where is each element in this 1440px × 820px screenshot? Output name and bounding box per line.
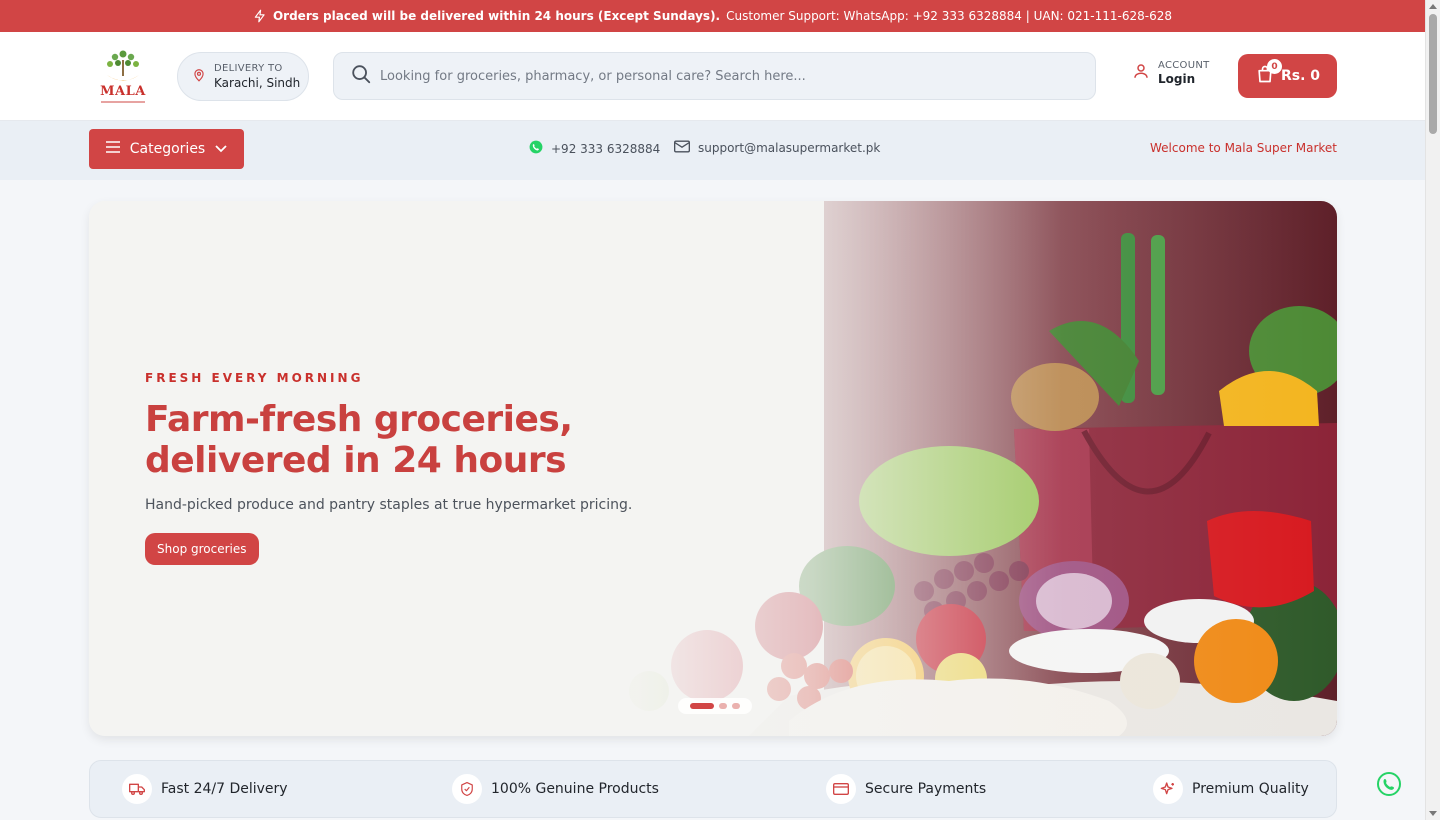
carousel-indicators	[678, 698, 752, 714]
feature-label: 100% Genuine Products	[491, 781, 659, 797]
feature-label: Fast 24/7 Delivery	[161, 781, 288, 797]
mail-icon	[674, 140, 690, 156]
scrollbar-thumb[interactable]	[1429, 14, 1437, 134]
announcement-support-text: Customer Support: WhatsApp: +92 333 6328…	[726, 9, 1173, 23]
chevron-down-icon	[215, 141, 227, 157]
delivery-location: Karachi, Sindh	[214, 76, 301, 90]
carousel-dot-1[interactable]	[690, 703, 714, 709]
feature-genuine: 100% Genuine Products	[452, 774, 659, 804]
email-contact[interactable]: support@malasupermarket.pk	[674, 140, 880, 156]
feature-label: Premium Quality	[1192, 781, 1309, 797]
feature-label: Secure Payments	[865, 781, 987, 797]
sparkle-icon	[1153, 774, 1183, 804]
search-bar[interactable]	[333, 52, 1096, 100]
hero-subtext: Hand-picked produce and pantry staples a…	[145, 497, 633, 513]
bolt-icon	[253, 9, 267, 23]
feature-payments: Secure Payments	[826, 774, 986, 804]
account-label: ACCOUNT	[1158, 60, 1210, 71]
logo-wordmark: MALA	[100, 84, 146, 99]
hero-banner: FRESH EVERY MORNING Farm-fresh groceries…	[89, 201, 1337, 736]
email-address: support@malasupermarket.pk	[698, 141, 881, 155]
logo-tagline-line	[101, 101, 145, 103]
delivery-location-selector[interactable]: DELIVERY TO Karachi, Sindh	[177, 52, 309, 101]
card-icon	[826, 774, 856, 804]
feature-quality: Premium Quality	[1153, 774, 1309, 804]
whatsapp-icon	[529, 140, 543, 157]
whatsapp-float-button[interactable]	[1376, 771, 1402, 797]
carousel-dot-2[interactable]	[719, 703, 727, 709]
phone-number: +92 333 6328884	[551, 141, 661, 156]
hero-content: FRESH EVERY MORNING Farm-fresh groceries…	[145, 371, 665, 565]
categories-button[interactable]: Categories	[89, 129, 244, 169]
shield-icon	[452, 774, 482, 804]
delivery-label: DELIVERY TO	[214, 63, 283, 74]
sub-navigation: Categories +92 333 6328884 support@malas…	[0, 121, 1425, 180]
scroll-up-arrow[interactable]	[1429, 4, 1437, 9]
hero-headline-line2: delivered in 24 hours	[145, 440, 567, 481]
login-link[interactable]: Login	[1158, 72, 1210, 86]
whatsapp-contact[interactable]: +92 333 6328884	[529, 140, 660, 157]
hero-headline-line1: Farm-fresh groceries,	[145, 399, 573, 440]
user-icon	[1132, 61, 1150, 85]
cart-total: Rs. 0	[1280, 68, 1321, 84]
mala-logo[interactable]: MALA	[96, 48, 150, 106]
location-pin-icon	[192, 67, 206, 87]
whatsapp-icon	[1377, 772, 1401, 796]
shop-groceries-button[interactable]: Shop groceries	[145, 533, 259, 565]
search-icon[interactable]	[350, 63, 372, 89]
scroll-down-arrow[interactable]	[1429, 811, 1437, 816]
cart-button[interactable]: 0 Rs. 0	[1238, 54, 1337, 98]
hero-eyebrow: FRESH EVERY MORNING	[145, 371, 364, 385]
features-strip: Fast 24/7 Delivery 100% Genuine Products…	[89, 760, 1337, 818]
categories-label: Categories	[129, 141, 206, 157]
site-header: MALA DELIVERY TO Karachi, Sindh ACCOUNT …	[0, 32, 1425, 121]
truck-icon	[122, 774, 152, 804]
account-login[interactable]: ACCOUNT Login	[1132, 60, 1210, 86]
welcome-message: Welcome to Mala Super Market	[1150, 141, 1337, 155]
feature-delivery: Fast 24/7 Delivery	[122, 774, 288, 804]
search-input[interactable]	[380, 68, 1060, 84]
menu-icon	[105, 141, 120, 157]
cart-count-badge: 0	[1267, 59, 1282, 74]
logo-tree-icon	[107, 50, 139, 81]
hero-headline: Farm-fresh groceries, delivered in 24 ho…	[145, 399, 665, 481]
announcement-delivery-text: Orders placed will be delivered within 2…	[272, 9, 721, 23]
page-scrollbar[interactable]	[1425, 0, 1440, 820]
carousel-dot-3[interactable]	[732, 703, 740, 709]
announcement-bar: Orders placed will be delivered within 2…	[0, 0, 1425, 32]
